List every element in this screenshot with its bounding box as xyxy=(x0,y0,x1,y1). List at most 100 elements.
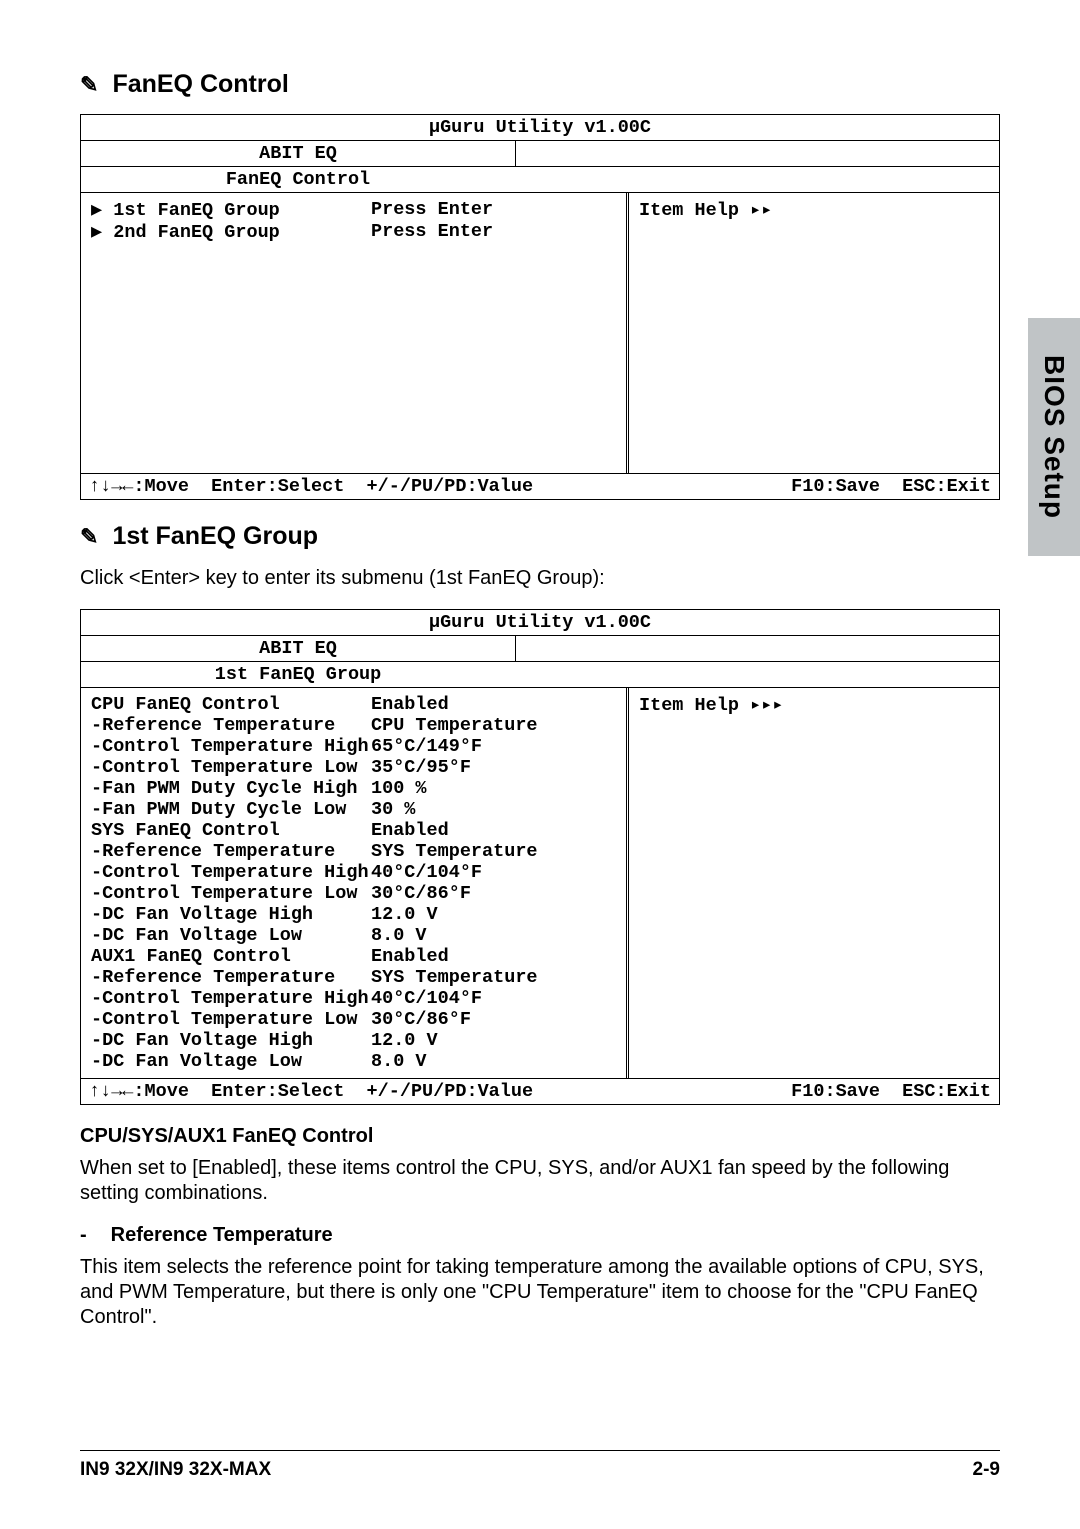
bios-row[interactable]: -Control Temperature Low30°C/86°F xyxy=(91,1009,616,1030)
side-tab-label: BIOS Setup xyxy=(1038,355,1070,519)
bios-box-1st-faneq-group: µGuru Utility v1.00C ABIT EQ 1st FanEQ G… xyxy=(80,609,1000,1105)
bios-row-value: 8.0 V xyxy=(371,1051,427,1072)
bios-row-label: -Reference Temperature xyxy=(91,967,371,988)
bios-row-label: -DC Fan Voltage High xyxy=(91,904,371,925)
bios-row[interactable]: -Control Temperature High40°C/104°F xyxy=(91,988,616,1009)
bios-row-label: -Fan PWM Duty Cycle High xyxy=(91,778,371,799)
bios-tab-empty xyxy=(516,141,999,166)
pointer-icon: ✎ xyxy=(80,524,98,550)
bios-row-value: 30 % xyxy=(371,799,415,820)
bios-row[interactable]: CPU FanEQ ControlEnabled xyxy=(91,694,616,715)
bios-row-value: 30°C/86°F xyxy=(371,883,471,904)
bios-row-value: 8.0 V xyxy=(371,925,427,946)
bios-row-label: -Control Temperature High xyxy=(91,862,371,883)
bios-subtitle-text: 1st FanEQ Group xyxy=(81,664,515,685)
bios-title: µGuru Utility v1.00C xyxy=(81,115,999,141)
bios-row[interactable]: -Reference TemperatureCPU Temperature xyxy=(91,715,616,736)
bios-row[interactable]: -Reference TemperatureSYS Temperature xyxy=(91,967,616,988)
bios-row[interactable]: ▶ 1st FanEQ Group Press Enter xyxy=(91,199,616,221)
bios-row-value: 40°C/104°F xyxy=(371,988,482,1009)
bios-row-label: -DC Fan Voltage High xyxy=(91,1030,371,1051)
subheading-cpu-sys-aux1: CPU/SYS/AUX1 FanEQ Control xyxy=(80,1125,1000,1148)
bios-footer-left: ↑↓→←:Move Enter:Select +/-/PU/PD:Value xyxy=(89,476,533,497)
bios-row-label: -Control Temperature Low xyxy=(91,883,371,904)
bios-left-pane: ▶ 1st FanEQ Group Press Enter ▶ 2nd FanE… xyxy=(81,193,629,473)
bios-row-label: -Control Temperature Low xyxy=(91,757,371,778)
footer-model: IN9 32X/IN9 32X-MAX xyxy=(80,1459,271,1481)
bios-tab-abit-eq: ABIT EQ xyxy=(81,636,516,661)
bios-row[interactable]: -Control Temperature High65°C/149°F xyxy=(91,736,616,757)
bios-row-value: 12.0 V xyxy=(371,904,438,925)
bios-row[interactable]: -Control Temperature High40°C/104°F xyxy=(91,862,616,883)
bios-row[interactable]: -DC Fan Voltage Low8.0 V xyxy=(91,1051,616,1072)
bios-help-text: Item Help ▸▸ xyxy=(639,200,772,221)
bios-row[interactable]: -DC Fan Voltage Low8.0 V xyxy=(91,925,616,946)
heading-1st-faneq-group: ✎ 1st FanEQ Group xyxy=(80,522,1000,551)
bios-row-label: -DC Fan Voltage Low xyxy=(91,1051,371,1072)
bios-row-value: 30°C/86°F xyxy=(371,1009,471,1030)
bios-footer-right: F10:Save ESC:Exit xyxy=(791,476,991,497)
bios-row-value: 40°C/104°F xyxy=(371,862,482,883)
bios-footer: ↑↓→←:Move Enter:Select +/-/PU/PD:Value F… xyxy=(81,473,999,499)
footer-page-number: 2-9 xyxy=(973,1459,1000,1481)
bios-row[interactable]: -Fan PWM Duty Cycle Low30 % xyxy=(91,799,616,820)
bios-row-label: -Reference Temperature xyxy=(91,715,371,736)
bios-row[interactable]: -Control Temperature Low35°C/95°F xyxy=(91,757,616,778)
bios-row-value: Enabled xyxy=(371,820,449,841)
bios-row-label: -DC Fan Voltage Low xyxy=(91,925,371,946)
bios-row[interactable]: -Fan PWM Duty Cycle High100 % xyxy=(91,778,616,799)
dash-icon: - xyxy=(80,1224,87,1247)
bios-row-label: -Reference Temperature xyxy=(91,841,371,862)
bios-row[interactable]: ▶ 2nd FanEQ Group Press Enter xyxy=(91,221,616,243)
paragraph: Click <Enter> key to enter its submenu (… xyxy=(80,566,1000,591)
bios-body: ▶ 1st FanEQ Group Press Enter ▶ 2nd FanE… xyxy=(81,193,999,473)
bios-row[interactable]: AUX1 FanEQ ControlEnabled xyxy=(91,946,616,967)
bios-body: CPU FanEQ ControlEnabled-Reference Tempe… xyxy=(81,688,999,1078)
bios-row-value: 65°C/149°F xyxy=(371,736,482,757)
bios-row-value: SYS Temperature xyxy=(371,967,538,988)
bios-row-value: 100 % xyxy=(371,778,427,799)
bios-footer-right: F10:Save ESC:Exit xyxy=(791,1081,991,1102)
bios-row-value: Enabled xyxy=(371,694,449,715)
bios-help-pane: Item Help ▸▸▸ xyxy=(629,688,999,1078)
bios-box-faneq-control: µGuru Utility v1.00C ABIT EQ FanEQ Contr… xyxy=(80,114,1000,500)
pointer-icon: ✎ xyxy=(80,72,98,98)
bios-tab-empty xyxy=(516,636,999,661)
bios-row[interactable]: -DC Fan Voltage High12.0 V xyxy=(91,904,616,925)
bios-row-label: SYS FanEQ Control xyxy=(91,820,371,841)
bios-row[interactable]: SYS FanEQ ControlEnabled xyxy=(91,820,616,841)
bios-row-label: CPU FanEQ Control xyxy=(91,694,371,715)
bios-row-label: ▶ 1st FanEQ Group xyxy=(91,199,371,221)
bios-row[interactable]: -Control Temperature Low30°C/86°F xyxy=(91,883,616,904)
bios-title: µGuru Utility v1.00C xyxy=(81,610,999,636)
bios-left-pane: CPU FanEQ ControlEnabled-Reference Tempe… xyxy=(81,688,629,1078)
bios-help-pane: Item Help ▸▸ xyxy=(629,193,999,473)
bios-row-label: AUX1 FanEQ Control xyxy=(91,946,371,967)
paragraph: This item selects the reference point fo… xyxy=(80,1255,1000,1330)
bios-row-value: Enabled xyxy=(371,946,449,967)
bios-row-label: -Control Temperature High xyxy=(91,988,371,1009)
bios-tabs: ABIT EQ xyxy=(81,636,999,662)
bios-row-label: -Control Temperature Low xyxy=(91,1009,371,1030)
bios-row-label: -Control Temperature High xyxy=(91,736,371,757)
page-footer: IN9 32X/IN9 32X-MAX 2-9 xyxy=(80,1450,1000,1481)
bios-row-value: Press Enter xyxy=(371,199,493,221)
bios-row[interactable]: -Reference TemperatureSYS Temperature xyxy=(91,841,616,862)
bios-row-value: 12.0 V xyxy=(371,1030,438,1051)
bios-row-value: SYS Temperature xyxy=(371,841,538,862)
heading-text: 1st FanEQ Group xyxy=(112,522,318,551)
bios-row-value: Press Enter xyxy=(371,221,493,243)
bios-row-label: ▶ 2nd FanEQ Group xyxy=(91,221,371,243)
bios-subtitle: 1st FanEQ Group xyxy=(81,662,999,688)
bios-row-value: 35°C/95°F xyxy=(371,757,471,778)
bios-row-value: CPU Temperature xyxy=(371,715,538,736)
bios-row[interactable]: -DC Fan Voltage High12.0 V xyxy=(91,1030,616,1051)
subheading-reference-temperature: - Reference Temperature xyxy=(80,1224,1000,1247)
bios-subtitle-text: FanEQ Control xyxy=(81,169,515,190)
bios-footer: ↑↓→←:Move Enter:Select +/-/PU/PD:Value F… xyxy=(81,1078,999,1104)
bios-tab-abit-eq: ABIT EQ xyxy=(81,141,516,166)
bios-help-text: Item Help ▸▸▸ xyxy=(639,695,783,716)
bios-subtitle: FanEQ Control xyxy=(81,167,999,193)
bios-footer-left: ↑↓→←:Move Enter:Select +/-/PU/PD:Value xyxy=(89,1081,533,1102)
heading-faneq-control: ✎ FanEQ Control xyxy=(80,70,1000,99)
